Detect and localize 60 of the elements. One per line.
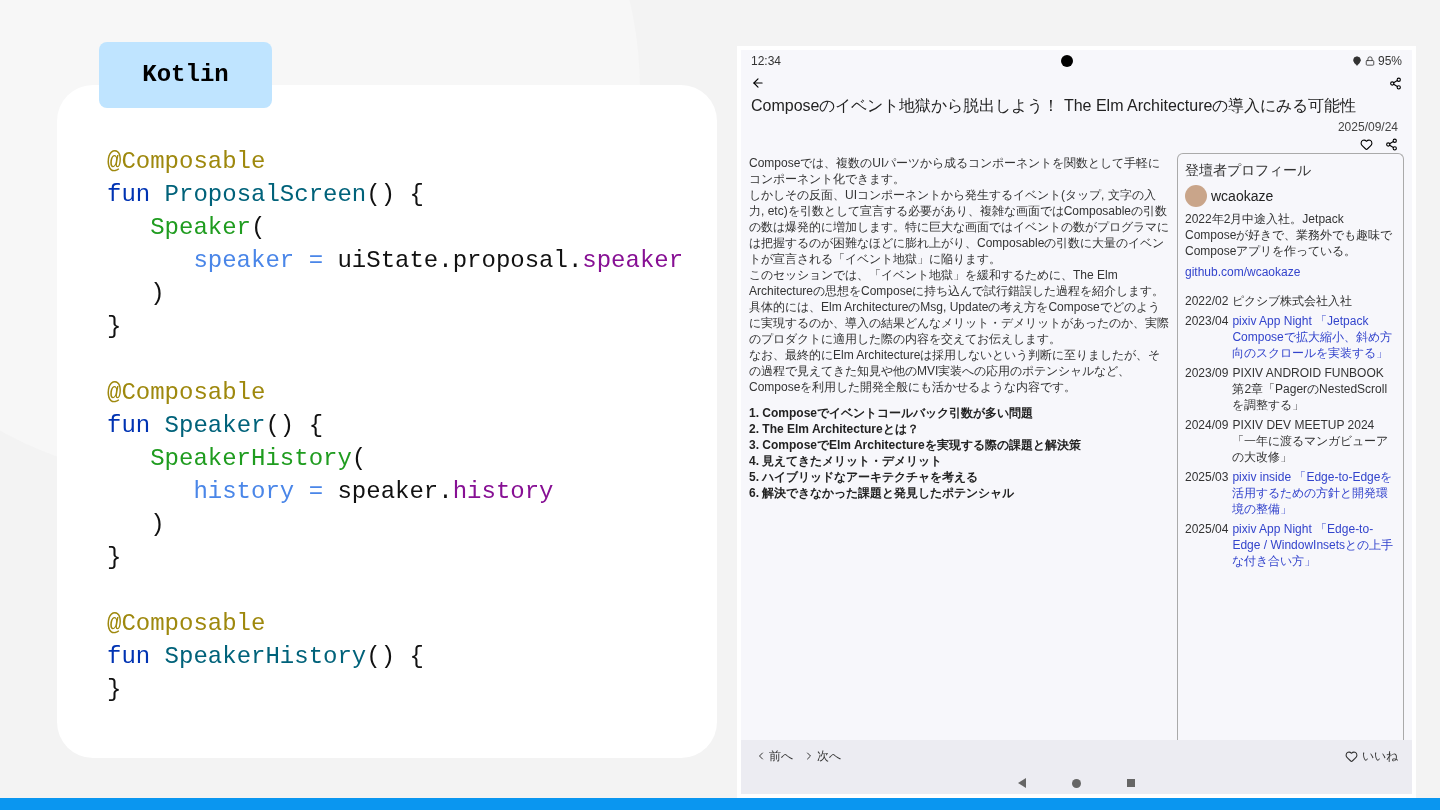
code-line: ) xyxy=(149,510,165,540)
code-line: @Composable xyxy=(107,378,266,408)
history-date: 2022/02 xyxy=(1185,293,1229,309)
code-line: SpeakerHistory( xyxy=(149,444,367,474)
like-icon[interactable] xyxy=(1360,138,1373,151)
history-date: 2023/04 xyxy=(1185,313,1229,330)
code-line: history = speaker.history xyxy=(192,477,554,507)
history-text: ピクシブ株式会社入社 xyxy=(1232,293,1353,309)
battery-level: 95% xyxy=(1377,53,1402,70)
agenda-item: 5. ハイブリッドなアーキテクチャを考える xyxy=(749,469,980,485)
like-button[interactable]: いいね xyxy=(1345,747,1398,765)
github-link[interactable]: github.com/wcaokaze xyxy=(1185,263,1301,281)
history-link[interactable]: pixiv App Night 「Edge-to-Edge / WindowInsetsとの上手な付き合い方」 xyxy=(1232,521,1396,569)
agenda-item: 1. Composeでイベントコールバック引数が多い問題 xyxy=(749,405,1034,421)
agenda-item: 6. 解決できなかった課題と発見したポテンシャル xyxy=(749,485,1016,501)
code-line: } xyxy=(107,543,122,573)
code-line: fun Speaker() { xyxy=(107,411,324,441)
history-date: 2023/09 xyxy=(1185,365,1229,382)
code-line: @Composable xyxy=(107,147,266,177)
speaker-bio: 2022年2月中途入社。Jetpack Composeが好きで、業務外でも趣味でComposeアプリを作っている。 xyxy=(1185,211,1394,259)
date: 2025/09/24 xyxy=(1337,119,1398,136)
code-line: @Composable xyxy=(107,609,266,639)
back-icon[interactable] xyxy=(751,76,765,90)
code-line: speaker = uiState.proposal.speaker xyxy=(192,246,684,276)
lock-icon xyxy=(1364,56,1375,66)
language-tag: Kotlin xyxy=(99,42,272,108)
share-icon[interactable] xyxy=(1389,76,1402,90)
description-paragraph: このセッションでは、「イベント地獄」を緩和するために、The Elm Architectureの思想をComposeに持ち込んで試行錯誤した過程を紹介します。 xyxy=(749,267,1166,299)
previous-button[interactable]: 前へ xyxy=(755,747,793,765)
description-paragraph: Composeでは、複数のUIパーツから成るコンポーネントを関数として手軽にコンポーネント化できます。 xyxy=(749,155,1162,187)
description-paragraph: しかしその反面、UIコンポーネントから発生するイベント(タップ, 文字の入力, etc)を引数として宣言する必要があり、複雑な画面ではComposableの引数の数は爆発的に増加します。特に巨大な画面ではイベントの数がプログラマには把握するのが困難なほどに膨れ上がり、Composableの引数に大量のイベントが宣言される「イベント地獄」に陥ります。 xyxy=(749,187,1169,267)
history-text: PIXIV DEV MEETUP 2024 「一年に渡るマンガビューアの大改修」 xyxy=(1232,417,1390,465)
history-date: 2024/09 xyxy=(1185,417,1229,434)
next-button[interactable]: 次へ xyxy=(803,747,841,765)
heart-icon xyxy=(1345,749,1358,763)
history-date: 2025/04 xyxy=(1185,521,1229,538)
profile-heading: 登壇者プロフィール xyxy=(1185,161,1312,180)
description-paragraph: なお、最終的にElm Architectureは採用しないという判断に至りましたが、その過程で見えてきた知見や他のMVI実装への応用のポテンシャルなど、Composeを利用した開発全般にも活かせるような内容です。 xyxy=(749,347,1162,395)
history-date: 2025/03 xyxy=(1185,469,1229,486)
avatar xyxy=(1185,185,1207,207)
code-line: Speaker( xyxy=(149,213,266,243)
code-line: ) xyxy=(149,279,165,309)
code-line: } xyxy=(107,312,122,342)
agenda-item: 3. ComposeでElm Architectureを実現する際の課題と解決策 xyxy=(749,437,1082,453)
agenda-item: 4. 見えてきたメリット・デメリット xyxy=(749,453,944,469)
status-time: 12:34 xyxy=(751,53,782,70)
history-text: PIXIV ANDROID FUNBOOK 第2章「PagerのNestedScrollを調整する」 xyxy=(1232,365,1389,413)
location-icon xyxy=(1351,56,1362,66)
nav-home-icon[interactable] xyxy=(1072,778,1081,788)
nav-back-icon[interactable] xyxy=(1018,778,1026,788)
code-line: fun SpeakerHistory() { xyxy=(107,642,424,672)
speaker-name: wcaokaze xyxy=(1211,186,1274,206)
agenda-item: 2. The Elm Architectureとは？ xyxy=(749,421,920,437)
share-icon[interactable] xyxy=(1385,138,1398,151)
camera-icon xyxy=(1060,55,1073,67)
description-paragraph: 具体的には、Elm ArchitectureのMsg, Updateの考え方をComposeでどのように実現するのか、導入の結果どんなメリット・デメリットがあったのか、実際のプロダクトに適用した際の内容を交えてお伝えします。 xyxy=(749,299,1169,347)
history-link[interactable]: pixiv App Night 「Jetpack Composeで拡大縮小、斜め方向のスクロールを実装する」 xyxy=(1232,313,1396,361)
page-title: Composeのイベント地獄から脱出しよう！ The Elm Architectureの導入にみる可能性 xyxy=(750,96,1358,116)
code-line: fun ProposalScreen() { xyxy=(107,180,424,210)
code-line: } xyxy=(107,675,122,705)
